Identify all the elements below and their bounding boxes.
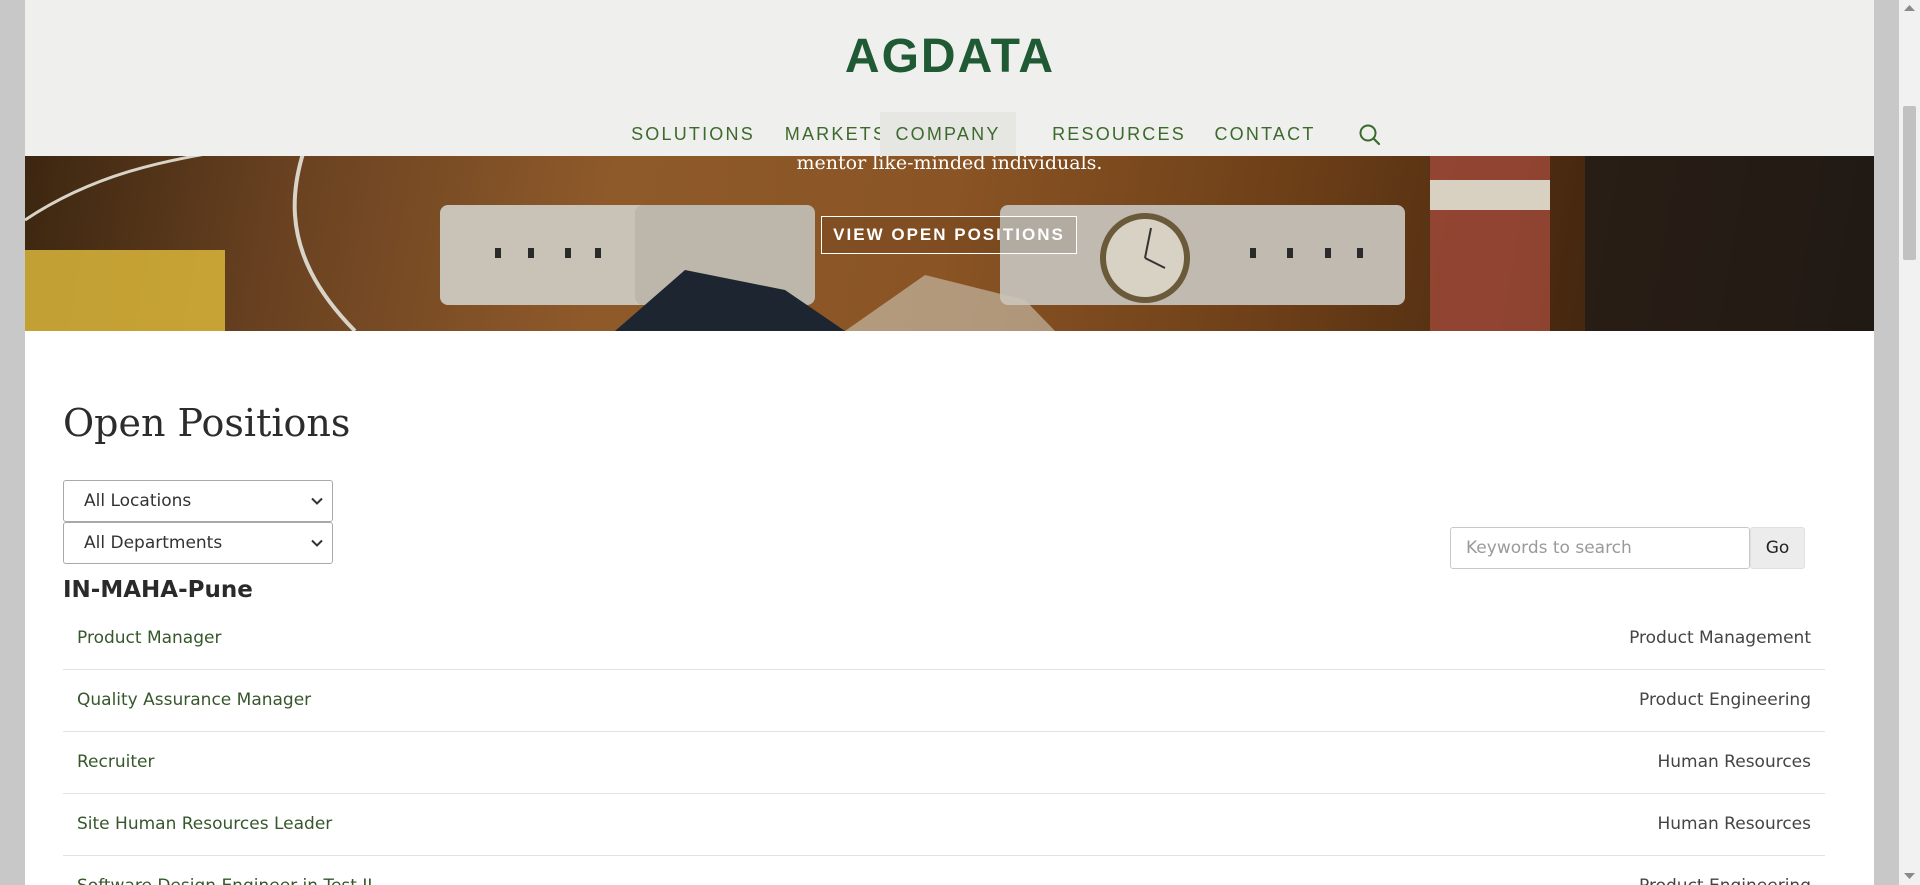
job-department: Human Resources	[1657, 814, 1811, 834]
job-row: Quality Assurance Manager Product Engine…	[63, 670, 1825, 732]
department-select[interactable]: All Departments	[63, 522, 333, 564]
job-department: Product Management	[1629, 628, 1811, 648]
job-title-link[interactable]: Recruiter	[77, 752, 154, 772]
nav-contact[interactable]: CONTACT	[1189, 112, 1341, 156]
nav-resources[interactable]: RESOURCES	[1041, 112, 1197, 156]
job-row: Recruiter Human Resources	[63, 732, 1825, 794]
go-button[interactable]: Go	[1750, 527, 1805, 569]
location-select-value: All Locations	[84, 491, 192, 511]
scrollbar-thumb[interactable]	[1903, 106, 1916, 260]
job-department: Product Engineering	[1639, 876, 1811, 885]
svg-text:AGDATA: AGDATA	[845, 30, 1055, 78]
view-open-positions-button[interactable]: VIEW OPEN POSITIONS	[821, 216, 1077, 254]
job-title-link[interactable]: Quality Assurance Manager	[77, 690, 311, 710]
agdata-logo[interactable]: AGDATA	[833, 30, 1067, 78]
search-icon[interactable]	[1357, 122, 1383, 148]
job-department: Product Engineering	[1639, 690, 1811, 710]
job-row: Product Manager Product Management	[63, 608, 1825, 670]
keyword-search-input[interactable]	[1450, 527, 1750, 569]
job-row: Software Design Engineer in Test II Prod…	[63, 856, 1825, 885]
nav-company[interactable]: COMPANY	[880, 112, 1016, 156]
chevron-down-icon	[311, 539, 323, 547]
location-group-heading: IN-MAHA-Pune	[63, 577, 253, 603]
scroll-up-arrow-icon[interactable]	[1904, 4, 1915, 12]
open-positions-title: Open Positions	[63, 401, 351, 445]
chevron-down-icon	[311, 497, 323, 505]
job-title-link[interactable]: Site Human Resources Leader	[77, 814, 332, 834]
scroll-down-arrow-icon[interactable]	[1904, 872, 1915, 880]
site-header: AGDATA SOLUTIONS MARKETS COMPANY RESOURC…	[25, 0, 1874, 156]
job-row: Site Human Resources Leader Human Resour…	[63, 794, 1825, 856]
job-title-link[interactable]: Software Design Engineer in Test II	[77, 876, 372, 885]
location-select[interactable]: All Locations	[63, 480, 333, 522]
job-title-link[interactable]: Product Manager	[77, 628, 221, 648]
job-department: Human Resources	[1657, 752, 1811, 772]
job-list: Product Manager Product Management Quali…	[63, 608, 1825, 885]
department-select-value: All Departments	[84, 533, 223, 553]
page: mentor like-minded individuals. VIEW OPE…	[25, 0, 1874, 885]
main-nav: SOLUTIONS MARKETS COMPANY RESOURCES CONT…	[25, 112, 1874, 156]
page-scrollbar[interactable]	[1899, 0, 1920, 885]
nav-solutions[interactable]: SOLUTIONS	[605, 112, 781, 156]
